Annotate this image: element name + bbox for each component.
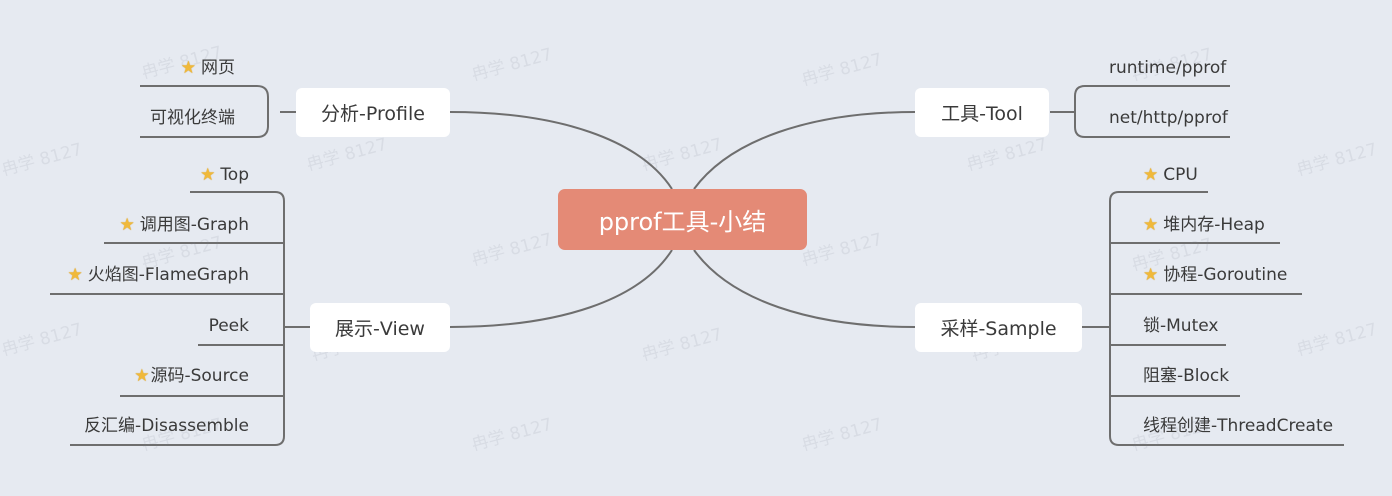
star-icon: ★ (119, 215, 135, 235)
central-topic-label: pprof工具-小结 (598, 208, 767, 236)
leaf-label: 线程创建-ThreadCreate (1143, 416, 1334, 436)
leaf-label: 阻塞-Block (1143, 366, 1230, 386)
leaf-label: net/http/pprof (1109, 108, 1228, 128)
leaf-view-source[interactable]: ★ 源码-Source (134, 362, 249, 390)
leaf-sample-threadcreate[interactable]: 线程创建-ThreadCreate (1143, 412, 1333, 440)
star-icon: ★ (134, 366, 150, 386)
connector-view (449, 249, 673, 328)
leaf-label: runtime/pprof (1109, 58, 1227, 78)
branch-view[interactable]: 展示-View (310, 303, 450, 352)
leaf-label: Top (220, 165, 249, 185)
leaf-label: 锁-Mutex (1143, 316, 1219, 336)
leaf-view-graph[interactable]: ★ 调用图-Graph (119, 211, 249, 239)
branch-sample-label: 采样-Sample (940, 318, 1057, 340)
leaf-label: 网页 (201, 58, 235, 78)
leaf-profile-web[interactable]: ★ 网页 (181, 54, 235, 82)
branch-sample[interactable]: 采样-Sample (915, 303, 1082, 352)
central-topic[interactable]: pprof工具-小结 (558, 189, 807, 250)
leaf-view-peek[interactable]: Peek (209, 312, 249, 340)
leaf-sample-cpu[interactable]: ★ CPU (1143, 161, 1198, 189)
branch-view-label: 展示-View (335, 318, 425, 340)
leaf-sample-goroutine[interactable]: ★ 协程-Goroutine (1143, 261, 1287, 289)
leaf-label: 调用图-Graph (139, 215, 249, 235)
leaf-label: 反汇编-Disassemble (84, 416, 249, 436)
leaf-label: Peek (208, 316, 249, 336)
star-icon: ★ (200, 165, 216, 185)
leaf-profile-terminal[interactable]: 可视化终端 (150, 104, 235, 132)
star-icon: ★ (1143, 165, 1159, 185)
leaf-tool-net-http-pprof[interactable]: net/http/pprof (1109, 104, 1228, 132)
leaf-sample-heap[interactable]: ★ 堆内存-Heap (1143, 211, 1265, 239)
leaf-view-flamegraph[interactable]: ★ 火焰图-FlameGraph (68, 261, 249, 289)
star-icon: ★ (67, 265, 83, 285)
leaf-label: 源码-Source (150, 366, 249, 386)
connector-sample (693, 249, 916, 328)
star-icon: ★ (180, 58, 196, 78)
connector-tool (693, 111, 916, 190)
leaf-tool-runtime-pprof[interactable]: runtime/pprof (1109, 54, 1226, 82)
leaf-label: 火焰图-FlameGraph (87, 265, 249, 285)
branch-profile-label: 分析-Profile (321, 103, 425, 125)
leaf-sample-mutex[interactable]: 锁-Mutex (1143, 312, 1218, 340)
leaf-view-disassemble[interactable]: 反汇编-Disassemble (84, 412, 249, 440)
leaf-label: CPU (1163, 165, 1198, 185)
leaf-label: 协程-Goroutine (1163, 265, 1288, 285)
leaf-view-top[interactable]: ★ Top (200, 161, 249, 189)
star-icon: ★ (1143, 215, 1159, 235)
star-icon: ★ (1143, 265, 1159, 285)
branch-profile[interactable]: 分析-Profile (296, 88, 450, 137)
leaf-sample-block[interactable]: 阻塞-Block (1143, 362, 1229, 390)
connector-profile (449, 111, 673, 190)
branch-tool[interactable]: 工具-Tool (915, 88, 1049, 137)
leaf-label: 堆内存-Heap (1163, 215, 1265, 235)
branch-tool-label: 工具-Tool (941, 103, 1023, 125)
leaf-label: 可视化终端 (150, 108, 235, 128)
